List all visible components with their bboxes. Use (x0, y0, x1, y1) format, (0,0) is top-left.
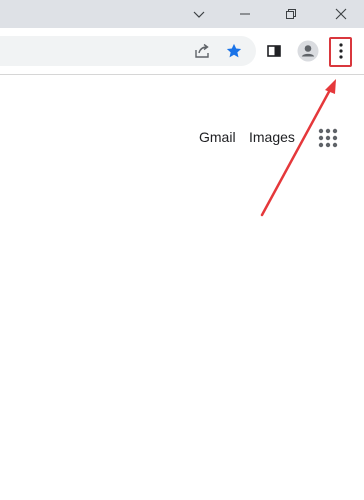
tab-search-button[interactable] (176, 0, 222, 28)
side-panel-icon (267, 45, 281, 57)
share-button[interactable] (189, 38, 215, 64)
title-bar (0, 0, 364, 28)
minimize-button[interactable] (222, 0, 268, 28)
menu-button[interactable] (328, 38, 354, 64)
annotation-arrow (260, 79, 336, 217)
star-icon (226, 43, 242, 58)
share-icon (195, 43, 209, 58)
close-button[interactable] (318, 0, 364, 28)
google-apps-button[interactable] (314, 124, 342, 152)
side-panel-button[interactable] (261, 38, 287, 64)
close-icon (335, 8, 347, 20)
restore-button[interactable] (268, 0, 314, 28)
kebab-menu-icon (339, 43, 343, 59)
address-bar[interactable] (0, 36, 256, 66)
profile-button[interactable] (295, 38, 321, 64)
apps-grid-icon (318, 128, 338, 148)
bookmark-star-button[interactable] (221, 38, 247, 64)
browser-toolbar (0, 28, 364, 75)
images-link[interactable]: Images (249, 129, 295, 145)
avatar-icon (297, 40, 319, 62)
minimize-icon (240, 13, 250, 15)
chevron-down-icon (193, 11, 205, 18)
restore-icon (286, 9, 296, 19)
gmail-link[interactable]: Gmail (199, 129, 236, 145)
